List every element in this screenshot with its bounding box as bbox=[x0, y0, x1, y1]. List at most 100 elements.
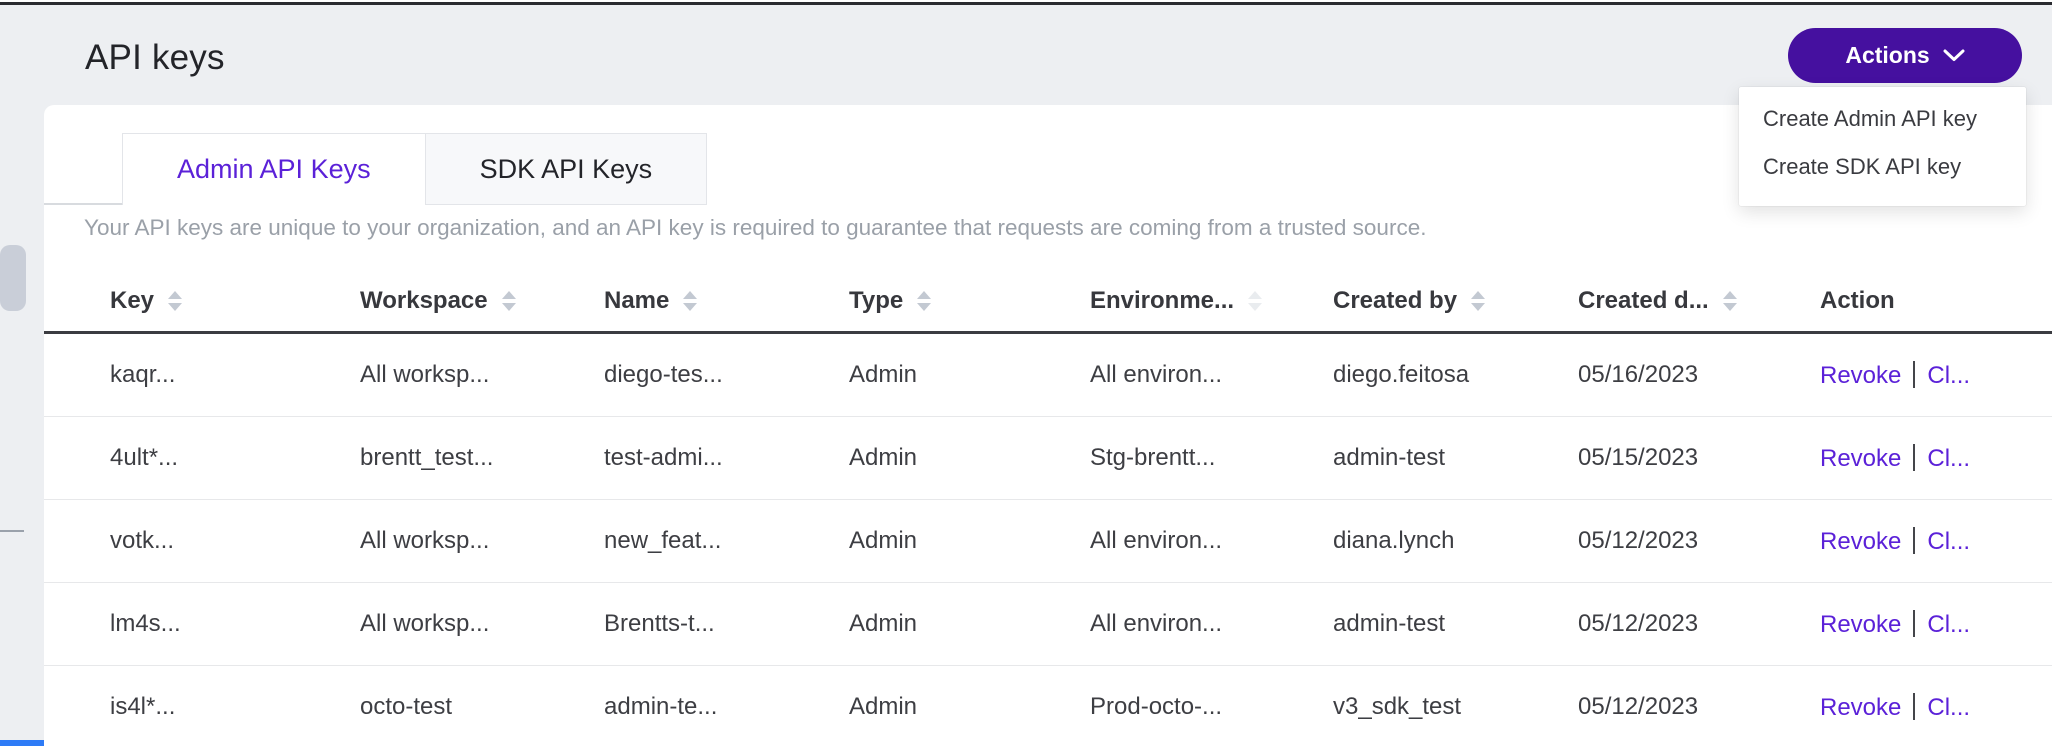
column-header-created-d[interactable]: Created d... bbox=[1578, 287, 1820, 315]
cell-created-by: v3_sdk_test bbox=[1333, 693, 1578, 721]
action-link-revoke[interactable]: Revoke bbox=[1820, 528, 1901, 555]
table-row: votk...All worksp...new_feat...AdminAll … bbox=[44, 500, 2052, 583]
cell-actions: Revoke Cl... bbox=[1820, 527, 2052, 556]
action-link-revoke[interactable]: Revoke bbox=[1820, 694, 1901, 721]
cell-created-by: diego.feitosa bbox=[1333, 361, 1578, 389]
action-link-cl[interactable]: Cl... bbox=[1927, 362, 1970, 389]
action-separator bbox=[1913, 610, 1915, 637]
column-header-action: Action bbox=[1820, 287, 2052, 315]
cell-name: new_feat... bbox=[604, 527, 849, 555]
sort-icon bbox=[502, 291, 516, 311]
table-header-row: Key Workspace Name Type Environme... Created … bbox=[44, 270, 2052, 334]
actions-button-label: Actions bbox=[1845, 42, 1929, 69]
column-header-type[interactable]: Type bbox=[849, 287, 1090, 315]
column-label: Key bbox=[110, 287, 154, 315]
action-separator bbox=[1913, 527, 1915, 554]
cell-workspace: brentt_test... bbox=[360, 444, 604, 472]
cell-created-by: admin-test bbox=[1333, 610, 1578, 638]
actions-dropdown-menu: Create Admin API keyCreate SDK API key bbox=[1739, 87, 2026, 206]
cell-type: Admin bbox=[849, 527, 1090, 555]
action-separator bbox=[1913, 444, 1915, 471]
bottom-left-blue-indicator bbox=[0, 740, 46, 746]
cell-type: Admin bbox=[849, 610, 1090, 638]
cell-type: Admin bbox=[849, 444, 1090, 472]
cell-created-by: diana.lynch bbox=[1333, 527, 1578, 555]
cell-created-date: 05/16/2023 bbox=[1578, 361, 1820, 389]
cell-workspace: All worksp... bbox=[360, 610, 604, 638]
cell-actions: Revoke Cl... bbox=[1820, 693, 2052, 722]
cell-key: kaqr... bbox=[110, 361, 360, 389]
scrollbar-thumb[interactable] bbox=[0, 245, 26, 311]
cell-workspace: All worksp... bbox=[360, 361, 604, 389]
cell-key: is4l*... bbox=[110, 693, 360, 721]
cell-actions: Revoke Cl... bbox=[1820, 444, 2052, 473]
sort-icon bbox=[683, 291, 697, 311]
cell-key: 4ult*... bbox=[110, 444, 360, 472]
action-link-revoke[interactable]: Revoke bbox=[1820, 445, 1901, 472]
column-header-key[interactable]: Key bbox=[110, 287, 360, 315]
cell-name: test-admi... bbox=[604, 444, 849, 472]
cell-created-by: admin-test bbox=[1333, 444, 1578, 472]
page-title: API keys bbox=[85, 38, 225, 78]
api-keys-description: Your API keys are unique to your organiz… bbox=[84, 215, 1426, 241]
column-header-created-by[interactable]: Created by bbox=[1333, 287, 1578, 315]
action-link-revoke[interactable]: Revoke bbox=[1820, 611, 1901, 638]
action-separator bbox=[1913, 693, 1915, 720]
cell-environment: All environ... bbox=[1090, 527, 1333, 555]
left-rail-divider bbox=[0, 530, 24, 532]
column-header-workspace[interactable]: Workspace bbox=[360, 287, 604, 315]
cell-created-date: 05/12/2023 bbox=[1578, 610, 1820, 638]
action-link-cl[interactable]: Cl... bbox=[1927, 611, 1970, 638]
cell-name: Brentts-t... bbox=[604, 610, 849, 638]
cell-created-date: 05/12/2023 bbox=[1578, 693, 1820, 721]
menu-item-create-admin-api-key[interactable]: Create Admin API key bbox=[1739, 95, 2026, 143]
column-label: Name bbox=[604, 287, 669, 315]
tabs: Admin API KeysSDK API Keys bbox=[122, 133, 707, 205]
cell-type: Admin bbox=[849, 361, 1090, 389]
cell-actions: Revoke Cl... bbox=[1820, 361, 2052, 390]
sort-icon bbox=[1723, 291, 1737, 311]
sort-icon bbox=[168, 291, 182, 311]
tab-admin-api-keys[interactable]: Admin API Keys bbox=[122, 133, 426, 205]
sort-icon bbox=[917, 291, 931, 311]
column-label: Type bbox=[849, 287, 903, 315]
action-link-cl[interactable]: Cl... bbox=[1927, 694, 1970, 721]
top-border-line bbox=[0, 2, 2052, 5]
cell-name: admin-te... bbox=[604, 693, 849, 721]
cell-environment: Prod-octo-... bbox=[1090, 693, 1333, 721]
cell-environment: All environ... bbox=[1090, 361, 1333, 389]
tab-row-underline bbox=[44, 203, 123, 205]
table-row: is4l*...octo-testadmin-te...AdminProd-oc… bbox=[44, 666, 2052, 746]
sort-icon bbox=[1248, 291, 1262, 311]
column-label: Created by bbox=[1333, 287, 1457, 315]
action-link-revoke[interactable]: Revoke bbox=[1820, 362, 1901, 389]
cell-created-date: 05/15/2023 bbox=[1578, 444, 1820, 472]
action-link-cl[interactable]: Cl... bbox=[1927, 528, 1970, 555]
table-body: kaqr...All worksp...diego-tes...AdminAll… bbox=[44, 334, 2052, 746]
api-keys-table: Key Workspace Name Type Environme... Created … bbox=[44, 270, 2052, 746]
column-header-name[interactable]: Name bbox=[604, 287, 849, 315]
action-separator bbox=[1913, 361, 1915, 388]
column-label: Environme... bbox=[1090, 287, 1234, 315]
cell-key: votk... bbox=[110, 527, 360, 555]
column-label: Workspace bbox=[360, 287, 488, 315]
action-link-cl[interactable]: Cl... bbox=[1927, 445, 1970, 472]
table-row: kaqr...All worksp...diego-tes...AdminAll… bbox=[44, 334, 2052, 417]
cell-workspace: All worksp... bbox=[360, 527, 604, 555]
cell-created-date: 05/12/2023 bbox=[1578, 527, 1820, 555]
table-row: 4ult*...brentt_test...test-admi...AdminS… bbox=[44, 417, 2052, 500]
menu-item-create-sdk-api-key[interactable]: Create SDK API key bbox=[1739, 143, 2026, 191]
sort-icon bbox=[1471, 291, 1485, 311]
cell-environment: Stg-brentt... bbox=[1090, 444, 1333, 472]
cell-actions: Revoke Cl... bbox=[1820, 610, 2052, 639]
cell-name: diego-tes... bbox=[604, 361, 849, 389]
column-label: Action bbox=[1820, 287, 1895, 315]
column-label: Created d... bbox=[1578, 287, 1709, 315]
cell-type: Admin bbox=[849, 693, 1090, 721]
column-header-environme[interactable]: Environme... bbox=[1090, 287, 1333, 315]
chevron-down-icon bbox=[1943, 49, 1965, 62]
table-row: lm4s...All worksp...Brentts-t...AdminAll… bbox=[44, 583, 2052, 666]
tab-sdk-api-keys[interactable]: SDK API Keys bbox=[425, 133, 708, 205]
actions-button[interactable]: Actions bbox=[1788, 28, 2022, 83]
cell-workspace: octo-test bbox=[360, 693, 604, 721]
